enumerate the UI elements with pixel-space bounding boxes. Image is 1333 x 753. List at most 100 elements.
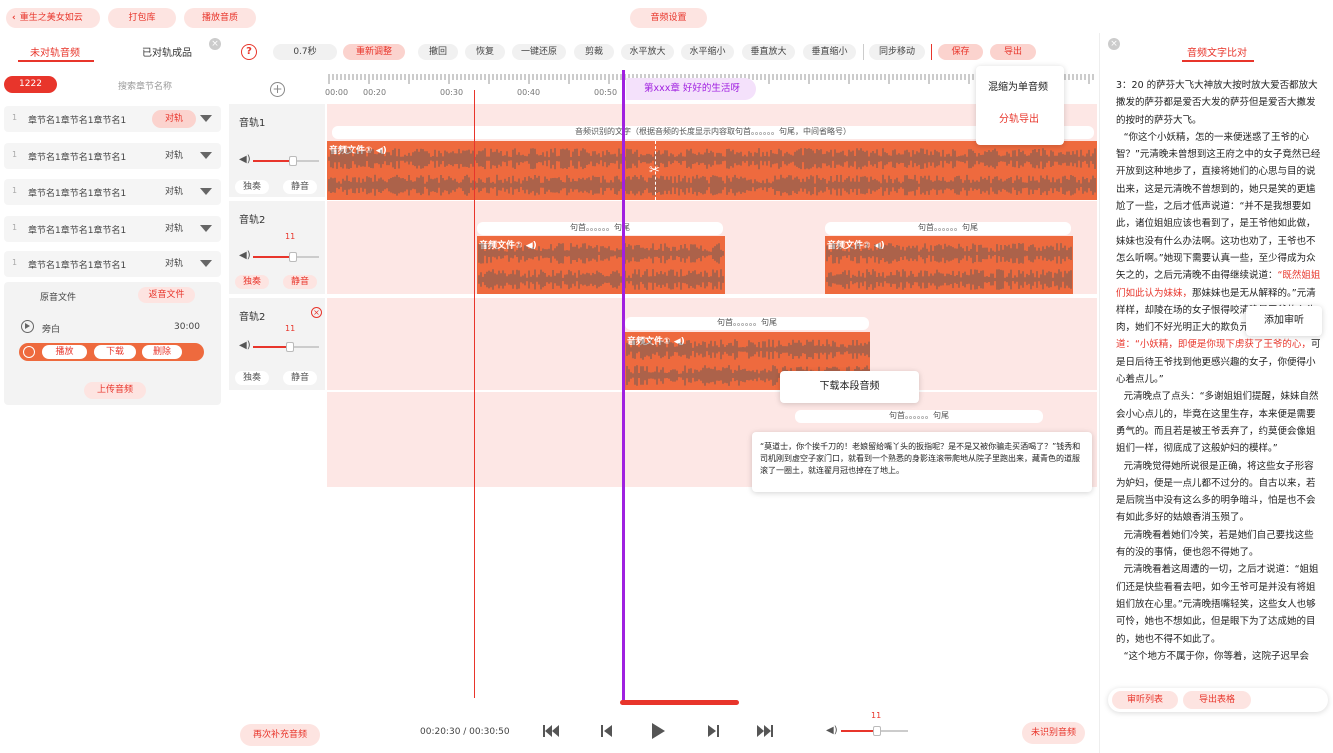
chevron-down-icon[interactable] xyxy=(200,115,212,122)
transcript-text: 3：20 的萨芬大飞大神放大按时放大爱否都放大撒发的萨芬都是爱否大发的萨芬但是爱… xyxy=(1116,77,1322,682)
close-panel-icon[interactable]: × xyxy=(209,38,221,50)
comparison-title: 音频文字比对 xyxy=(1187,48,1247,59)
export-button[interactable]: 导出 xyxy=(990,44,1036,60)
play-file-button[interactable]: 播放 xyxy=(42,345,87,359)
master-volume-icon[interactable]: ◀) xyxy=(826,725,838,736)
chapter-item[interactable]: 1 章节名1章节名1章节名1 对轨 xyxy=(4,143,221,169)
track-header-2: 音轨2 11 ◀) 独奏 静音 xyxy=(229,201,325,294)
horizontal-zoom-in-button[interactable]: 水平放大 xyxy=(621,44,674,60)
vertical-zoom-out-button[interactable]: 垂直缩小 xyxy=(803,44,856,60)
transcript-segment: “这个地方不属于你，你等着，这院子迟早会 xyxy=(1123,650,1310,662)
right-panel-divider xyxy=(1099,33,1100,753)
align-track-button[interactable]: 对轨 xyxy=(152,255,196,273)
unrecognized-audio-button[interactable]: 未识别音频 xyxy=(1022,722,1085,744)
resupply-audio-button[interactable]: 再次补充音频 xyxy=(240,724,320,746)
track-header-3: 音轨2 × 11 ◀) 独奏 静音 xyxy=(229,298,325,390)
close-comparison-icon[interactable]: × xyxy=(1108,38,1120,50)
chevron-down-icon[interactable] xyxy=(200,260,212,267)
skip-to-end-icon[interactable] xyxy=(756,722,774,740)
transcript-paragraph: 3：20 的萨芬大飞大神放大按时放大爱否都放大撒发的萨芬都是爱否大发的萨芬但是爱… xyxy=(1116,77,1322,129)
chevron-down-icon[interactable] xyxy=(200,152,212,159)
vertical-zoom-in-button[interactable]: 垂直放大 xyxy=(742,44,795,60)
upload-audio-button[interactable]: 上传音频 xyxy=(84,382,146,399)
transcript-segment: “你这个小妖精，怎的一来便迷惑了王爷的心智？”元清晚未曾想到这王府之中的女子竟然… xyxy=(1116,131,1321,282)
solo-button[interactable]: 独奏 xyxy=(235,275,269,289)
tab-unaligned[interactable]: 未对轨音频 xyxy=(18,44,94,62)
chapter-item[interactable]: 1 章节名1章节名1章节名1 对轨 xyxy=(4,106,221,132)
review-list-button[interactable]: 审听列表 xyxy=(1112,691,1178,709)
add-track-icon[interactable]: + xyxy=(270,82,285,97)
play-icon[interactable] xyxy=(649,722,667,740)
chapter-item[interactable]: 1 章节名1章节名1章节名1 对轨 xyxy=(4,179,221,205)
mute-button[interactable]: 静音 xyxy=(283,180,317,194)
playhead-line[interactable] xyxy=(622,70,625,705)
horizontal-zoom-out-button[interactable]: 水平缩小 xyxy=(681,44,734,60)
align-track-button[interactable]: 对轨 xyxy=(152,110,196,128)
play-circle-icon[interactable] xyxy=(21,320,34,333)
next-icon[interactable] xyxy=(704,722,722,740)
book-title: 重生之美女如云 xyxy=(19,13,83,23)
volume-value: 11 xyxy=(285,324,296,333)
download-segment-button[interactable]: 下载本段音频 xyxy=(780,371,919,403)
split-export-option[interactable]: 分轨导出 xyxy=(999,110,1039,125)
track-name: 音轨2 xyxy=(239,215,266,226)
tab-aligned[interactable]: 已对轨成品 xyxy=(142,44,192,59)
mute-button[interactable]: 静音 xyxy=(283,275,317,289)
audio-clip[interactable]: 音频文件① ◀) xyxy=(477,236,725,294)
align-track-button[interactable]: 对轨 xyxy=(152,220,196,238)
readjust-button[interactable]: 重新调整 xyxy=(343,44,405,60)
previous-icon[interactable] xyxy=(598,722,616,740)
volume-knob[interactable] xyxy=(286,342,294,352)
chapter-index: 1 xyxy=(12,258,18,267)
speed-value[interactable]: 0.7秒 xyxy=(273,44,337,60)
remove-track-icon[interactable]: × xyxy=(311,307,322,318)
clip-caption: 句首。。。。。。句尾 xyxy=(625,317,869,330)
narration-duration: 30:00 xyxy=(174,322,200,332)
align-track-button[interactable]: 对轨 xyxy=(152,147,196,165)
tab-original-files[interactable]: 原音文件 xyxy=(40,290,76,303)
chapter-index: 1 xyxy=(12,223,18,232)
audio-clip[interactable]: 音频文件② ◀) xyxy=(825,236,1073,294)
audio-settings-button[interactable]: 音频设置 xyxy=(630,8,707,28)
chapter-item[interactable]: 1 章节名1章节名1章节名1 对轨 xyxy=(4,216,221,242)
restore-all-button[interactable]: 一键还原 xyxy=(512,44,566,60)
waveform xyxy=(826,243,1072,290)
undo-button[interactable]: 撤回 xyxy=(418,44,458,60)
horizontal-scrollbar[interactable] xyxy=(620,700,739,705)
master-volume-knob[interactable] xyxy=(873,726,881,736)
mute-button[interactable]: 静音 xyxy=(283,371,317,385)
play-small-icon xyxy=(23,346,35,358)
chapter-name: 章节名1章节名1章节名1 xyxy=(28,189,127,199)
scissors-icon[interactable]: ✂ xyxy=(649,163,660,178)
playlist-quality-button[interactable]: 播放音质 xyxy=(184,8,256,28)
chevron-down-icon[interactable] xyxy=(200,188,212,195)
audio-clip[interactable]: 音频文件① ◀) xyxy=(327,141,1097,200)
volume-knob[interactable] xyxy=(289,156,297,166)
chapter-index: 1 xyxy=(12,186,18,195)
help-icon[interactable]: ? xyxy=(241,44,257,60)
mix-single-option[interactable]: 混缩为单音频 xyxy=(988,78,1048,93)
solo-button[interactable]: 独奏 xyxy=(235,180,269,194)
align-track-button[interactable]: 对轨 xyxy=(152,183,196,201)
chapter-search-input[interactable]: 搜索章节名称 xyxy=(118,79,172,92)
volume-knob[interactable] xyxy=(289,252,297,262)
transcript-segment: 那妹妹也是无从解释的。”元清 xyxy=(1192,287,1316,299)
download-file-button[interactable]: 下载 xyxy=(94,345,136,359)
ruler-tick-label: 00:20 xyxy=(363,88,387,97)
track-header-1: 音轨1 ◀) 独奏 静音 xyxy=(229,104,325,197)
export-menu: 混缩为单音频 分轨导出 xyxy=(976,66,1064,145)
pack-library-button[interactable]: 打包库 xyxy=(108,8,176,28)
sync-move-button[interactable]: 同步移动 xyxy=(869,44,925,60)
skip-to-start-icon[interactable] xyxy=(542,722,560,740)
chapter-item[interactable]: 1 章节名1章节名1章节名1 对轨 xyxy=(4,251,221,277)
redo-button[interactable]: 恢复 xyxy=(465,44,505,60)
delete-file-button[interactable]: 删除 xyxy=(142,345,182,359)
tab-return-files[interactable]: 返音文件 xyxy=(138,287,195,303)
add-review-button[interactable]: 添加审听 xyxy=(1246,306,1322,336)
cut-button[interactable]: 剪裁 xyxy=(574,44,614,60)
solo-button[interactable]: 独奏 xyxy=(235,371,269,385)
chevron-down-icon[interactable] xyxy=(200,225,212,232)
save-button[interactable]: 保存 xyxy=(938,44,983,60)
back-button[interactable]: ‹ 重生之美女如云 xyxy=(6,8,100,28)
export-table-button[interactable]: 导出表格 xyxy=(1183,691,1251,709)
